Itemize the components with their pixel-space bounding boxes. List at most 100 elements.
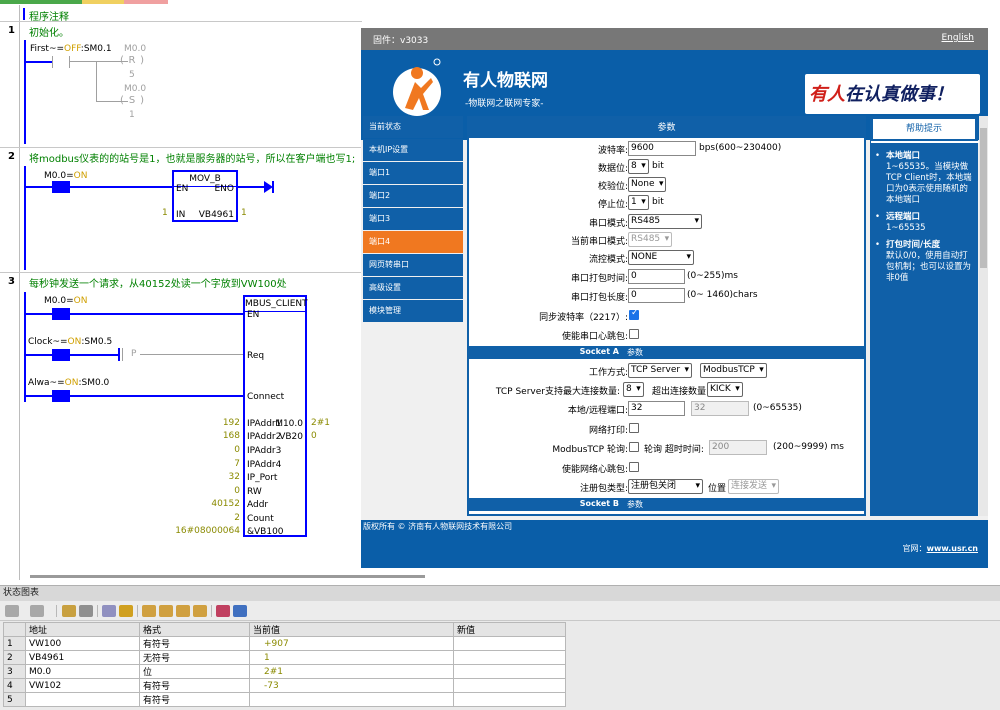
local-port-input[interactable]: 32: [628, 401, 685, 416]
register-select[interactable]: 注册包关闭: [628, 479, 703, 494]
unforce-lock-icon[interactable]: [159, 605, 173, 617]
protocol-select[interactable]: ModbusTCP: [700, 363, 767, 378]
web-side-nav: 当前状态 本机IP设置 端口1 端口2 端口3 端口4 网页转串口 高级设置 模…: [361, 116, 464, 516]
max-conn-select[interactable]: 8: [623, 382, 644, 397]
n3-c3-label: Alwa~=ON:SM0.0: [28, 378, 110, 388]
n2-out-label: VB4961: [198, 210, 234, 220]
nav-item-local-ip[interactable]: 本机IP设置: [363, 139, 463, 161]
nav-item-advanced[interactable]: 高级设置: [363, 277, 463, 299]
table-row[interactable]: 1 VW100 有符号 +907: [3, 636, 566, 651]
nav-item-port1[interactable]: 端口1: [363, 162, 463, 184]
editor-tab-sbr[interactable]: [82, 0, 124, 4]
flow-select[interactable]: NONE: [628, 250, 694, 265]
n3-positive-transition[interactable]: P: [131, 349, 136, 359]
n2-m00-contact[interactable]: [52, 181, 70, 193]
poll-timeout-input: 200: [709, 440, 767, 455]
network-1-comment[interactable]: 初始化。: [29, 24, 361, 39]
pack-len-input[interactable]: 0: [628, 288, 685, 303]
net-print-checkbox[interactable]: [629, 423, 639, 433]
official-site-link[interactable]: www.usr.cn: [927, 544, 978, 553]
force-lock-icon[interactable]: [142, 605, 156, 617]
parity-select[interactable]: None: [628, 177, 667, 192]
single-read-icon[interactable]: [79, 605, 93, 617]
n3-in-ipaddr1: 192: [222, 418, 240, 428]
n1-first-scan-contact[interactable]: [52, 56, 70, 68]
network-3-power-rail: [24, 292, 26, 402]
n1-set-coil[interactable]: S: [120, 94, 144, 108]
copyright: 版权所有 © 济南有人物联网技术有限公司: [363, 522, 513, 531]
col-new-value[interactable]: 新值: [453, 622, 566, 637]
edit-pencil-icon[interactable]: [119, 605, 133, 617]
pack-time-row: 串口打包时间: 0 (0~255)ms: [570, 269, 738, 284]
web-scrollbar[interactable]: [979, 116, 988, 516]
ladder-horizontal-scrollbar[interactable]: [0, 572, 430, 580]
network-1-number: 1: [8, 25, 15, 36]
n1-reset-coil-addr: M0.0: [124, 44, 147, 54]
n2-mov-b-block[interactable]: MOV_B EN ENO IN VB4961: [172, 170, 238, 222]
app-root: 程序注释 1 初始化。 First~=OFF:SM0.1 M0.0 R 5 M0…: [0, 0, 1000, 710]
table-row[interactable]: 4 VW102 有符号 -73: [3, 678, 566, 693]
n1-set-count: 1: [129, 110, 135, 120]
sync-baud-checkbox[interactable]: [629, 308, 639, 320]
read-forced-icon[interactable]: [193, 605, 207, 617]
flow-row: 流控模式: NONE: [469, 249, 864, 267]
n3-out1-value: 2#1: [311, 418, 330, 428]
delete-row-icon[interactable]: [30, 605, 44, 617]
n1-reset-coil[interactable]: R: [120, 54, 144, 68]
n3-m00-contact[interactable]: [52, 308, 70, 320]
unforce-all-icon[interactable]: [176, 605, 190, 617]
baud-input[interactable]: 9600: [628, 141, 696, 156]
serial-heart-checkbox[interactable]: [629, 329, 639, 339]
web-param-panel: 参数 波特率: 9600 bps(600~230400) 数据位: 8 bit …: [467, 116, 866, 516]
table-row[interactable]: 3 M0.0 位 2#1: [3, 664, 566, 679]
table-row[interactable]: 5 有符号: [3, 692, 566, 707]
options-dropdown-icon[interactable]: [233, 605, 247, 617]
nav-item-current-status[interactable]: 当前状态: [363, 116, 463, 138]
max-conn-row: TCP Server支持最大连接数量: 8 超出连接数量 KICK: [469, 381, 864, 399]
nav-item-module-mgmt[interactable]: 模块管理: [363, 300, 463, 322]
nav-item-web-serial[interactable]: 网页转串口: [363, 254, 463, 276]
stop-bits-select[interactable]: 1: [628, 195, 649, 210]
network-2-comment[interactable]: 将modbus仪表的的站号是1，也就是服务器的站号，所以在客户端也写1;: [29, 150, 361, 165]
status-chart-table: 地址 格式 当前值 新值 1 VW100 有符号 +907 2 VB4961 无…: [3, 622, 566, 707]
baud-row: 波特率: 9600 bps(600~230400): [597, 141, 782, 156]
n3-mbus-client-block[interactable]: MBUS_CLIENT EN Req Connect IPAddr1 IPAdd…: [243, 295, 308, 537]
n1-contact-label: First~=OFF:SM0.1: [30, 44, 112, 54]
add-row-icon[interactable]: [5, 605, 19, 617]
editor-tab-main[interactable]: [0, 0, 82, 4]
modbus-poll-checkbox[interactable]: [629, 442, 639, 452]
col-format[interactable]: 格式: [139, 622, 250, 637]
nav-item-port4[interactable]: 端口4: [363, 231, 463, 253]
table-row[interactable]: 2 VB4961 无符号 1: [3, 650, 566, 665]
program-comment-row[interactable]: 程序注释: [20, 5, 420, 23]
nav-item-port2[interactable]: 端口2: [363, 185, 463, 207]
english-link[interactable]: English: [942, 33, 975, 43]
over-conn-select[interactable]: KICK: [707, 382, 743, 397]
usr-web-config: 固件：v3033 English 有人物联网 -物联网之联网专家- 有人在认真做…: [361, 28, 988, 568]
current-mode-row: 当前串口模式: RS485: [469, 231, 864, 249]
net-print-row: 网络打印:: [469, 420, 864, 438]
n3-in-ipport: 32: [228, 472, 240, 482]
n2-out-value: 1: [241, 208, 247, 218]
n3-in-addr: 40152: [211, 499, 240, 509]
col-address[interactable]: 地址: [25, 622, 140, 637]
serial-mode-select[interactable]: RS485: [628, 214, 702, 229]
n3-clock-contact[interactable]: [52, 349, 70, 361]
remote-port-input: 32: [691, 401, 749, 416]
network-3-comment[interactable]: 每秒钟发送一个请求，从40152处读一个字放到VW100处: [29, 275, 361, 290]
editor-tab-int[interactable]: [124, 0, 168, 4]
net-heart-checkbox[interactable]: [629, 462, 639, 472]
write-all-icon[interactable]: [102, 605, 116, 617]
data-bits-select[interactable]: 8: [628, 159, 649, 174]
help-header: 帮助提示: [873, 119, 975, 139]
col-current-value[interactable]: 当前值: [249, 622, 454, 637]
pack-time-input[interactable]: 0: [628, 269, 685, 284]
port-row: 本地/远程端口: 32 32 (0~65535): [567, 401, 802, 416]
trend-view-icon[interactable]: [216, 605, 230, 617]
n3-always-contact[interactable]: [52, 390, 70, 402]
data-bits-row: 数据位: 8 bit: [469, 158, 864, 176]
nav-item-port3[interactable]: 端口3: [363, 208, 463, 230]
firmware-version: 固件：v3033: [373, 36, 429, 46]
work-mode-select[interactable]: TCP Server: [628, 363, 693, 378]
chart-status-icon[interactable]: [62, 605, 76, 617]
